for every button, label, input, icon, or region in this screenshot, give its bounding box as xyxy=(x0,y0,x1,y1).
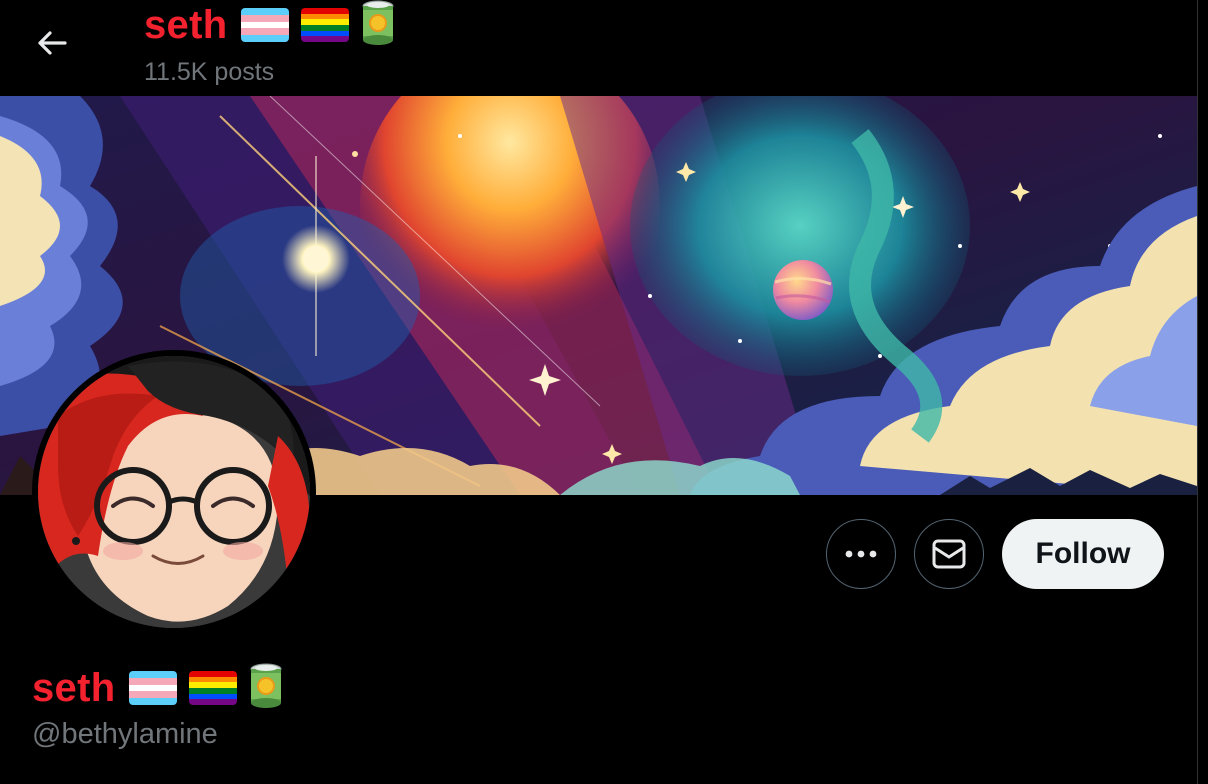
rainbow-flag-icon xyxy=(301,8,350,42)
transgender-flag-icon xyxy=(241,8,290,42)
posts-count: 11.5K posts xyxy=(144,58,275,86)
message-button[interactable] xyxy=(914,519,984,589)
rainbow-flag-icon xyxy=(189,671,238,705)
header-name-row: seth xyxy=(144,0,395,50)
profile-display-name: seth xyxy=(32,666,116,710)
follow-button[interactable]: Follow xyxy=(1002,519,1164,589)
profile-handle: @bethylamine xyxy=(32,718,218,750)
envelope-icon xyxy=(932,539,966,569)
more-dots-icon xyxy=(845,550,877,558)
back-button[interactable] xyxy=(28,22,76,64)
right-edge-strip xyxy=(1198,0,1208,784)
profile-column: seth 11.5K posts Follow seth @bethylamin… xyxy=(0,0,1198,784)
more-options-button[interactable] xyxy=(826,519,896,589)
arrow-left-icon xyxy=(38,31,67,55)
profile-avatar[interactable] xyxy=(32,350,316,634)
avatar-image xyxy=(38,356,310,628)
profile-name-row: seth xyxy=(32,662,283,714)
profile-header: seth 11.5K posts xyxy=(0,0,1197,96)
transgender-flag-icon xyxy=(129,671,178,705)
canned-food-icon xyxy=(361,0,395,51)
canned-food-icon xyxy=(249,663,283,714)
header-display-name: seth xyxy=(144,3,228,47)
